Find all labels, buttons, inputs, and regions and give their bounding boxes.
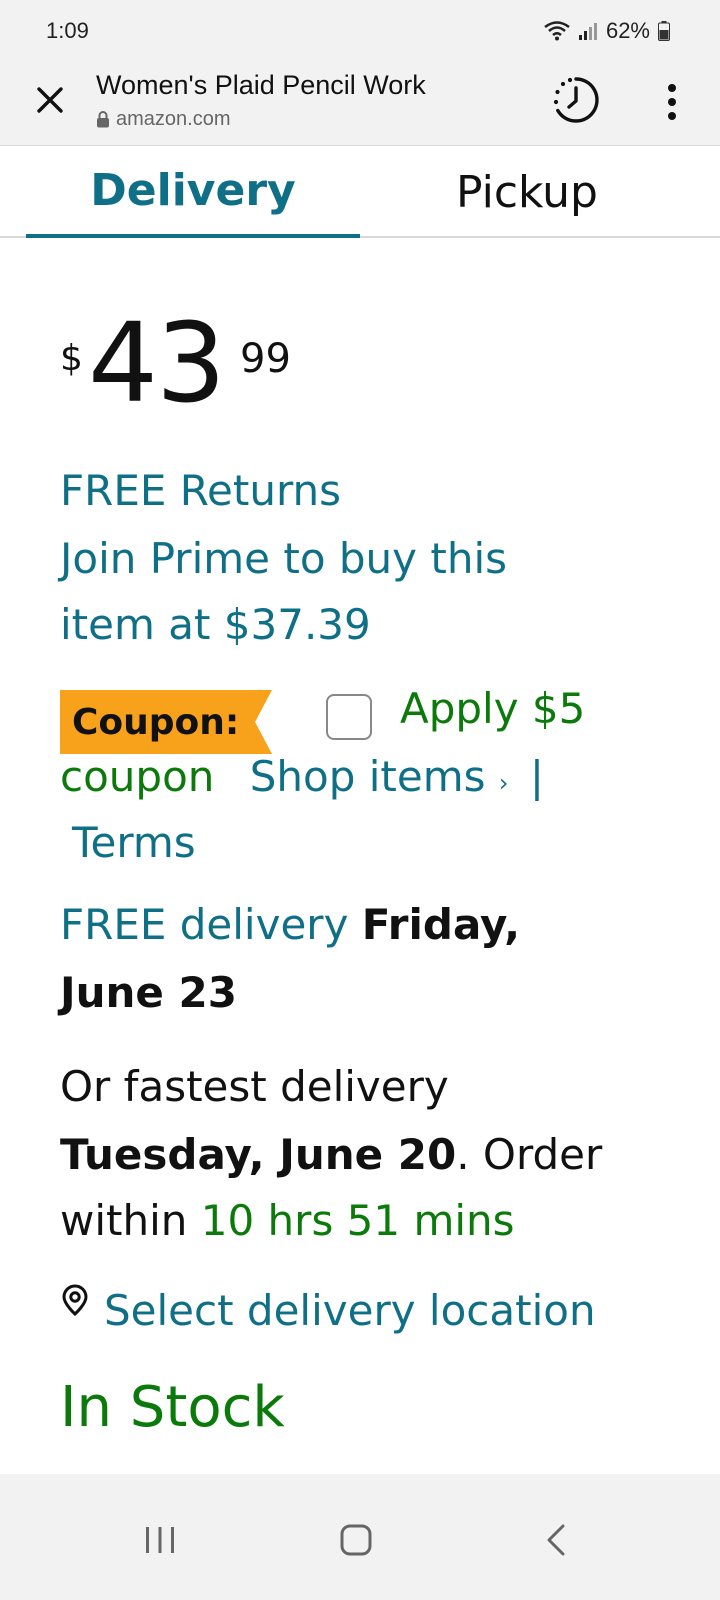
free-delivery-link[interactable]: FREE delivery	[60, 900, 348, 949]
recent-apps-icon	[146, 1527, 174, 1553]
coupon-apply-text-b[interactable]: coupon	[60, 752, 214, 801]
url-text: amazon.com	[116, 108, 231, 130]
shop-items-link[interactable]: Shop items	[250, 752, 486, 801]
status-time: 1:09	[46, 18, 89, 43]
coupon-badge: Coupon:	[60, 690, 272, 754]
stock-status: In Stock	[60, 1375, 285, 1440]
fastest-delivery-line-2: Tuesday, June 20. Order	[60, 1130, 602, 1180]
recent-apps-button[interactable]	[120, 1500, 200, 1580]
back-button[interactable]	[516, 1500, 596, 1580]
fulfillment-tabs: Delivery Pickup	[0, 146, 720, 238]
prime-offer-line-1[interactable]: Join Prime to buy this	[60, 534, 507, 584]
delivery-date-b: June 23	[60, 968, 237, 1017]
page-url[interactable]: amazon.com	[96, 108, 231, 131]
prime-offer-line-2[interactable]: item at $37.39	[60, 600, 371, 650]
location-pin-icon	[60, 1284, 90, 1320]
price-symbol: $	[60, 338, 83, 379]
system-nav-bar	[0, 1474, 720, 1600]
coupon-checkbox[interactable]	[326, 694, 372, 740]
browser-toolbar: Women's Plaid Pencil Work amazon.com	[0, 58, 720, 146]
history-button[interactable]	[548, 72, 604, 128]
delivery-date-a: Friday,	[361, 900, 521, 949]
select-delivery-location-link[interactable]: Select delivery location	[104, 1286, 596, 1336]
fastest-delivery-date: Tuesday, June 20	[60, 1130, 457, 1179]
fastest-delivery-suffix: . Order	[456, 1130, 603, 1179]
more-vert-icon	[668, 84, 676, 120]
separator: |	[529, 752, 544, 801]
wifi-icon	[544, 21, 570, 41]
price-whole: 43	[88, 299, 226, 427]
signal-icon	[578, 21, 598, 41]
page-title: Women's Plaid Pencil Work	[96, 70, 426, 100]
home-icon	[340, 1524, 372, 1556]
close-button[interactable]	[28, 78, 72, 122]
tab-pickup[interactable]: Pickup	[360, 146, 694, 238]
history-clock-icon	[553, 77, 599, 123]
status-bar: 1:09 62%	[0, 0, 720, 58]
battery-percent: 62%	[605, 18, 650, 43]
fastest-delivery-line-3: within 10 hrs 51 mins	[60, 1196, 515, 1246]
tab-delivery[interactable]: Delivery	[26, 146, 360, 238]
countdown-timer: 10 hrs 51 mins	[200, 1196, 515, 1245]
chevron-right-icon: ›	[498, 769, 509, 797]
back-chevron-icon	[547, 1524, 565, 1556]
more-options-button[interactable]	[648, 76, 696, 128]
lock-icon	[97, 111, 109, 128]
free-delivery-line-1: FREE delivery Friday,	[60, 900, 520, 950]
close-icon	[37, 87, 63, 113]
order-within-label: within	[60, 1196, 188, 1245]
battery-icon	[658, 21, 670, 41]
home-button[interactable]	[316, 1500, 396, 1580]
coupon-line-2: coupon Shop items › |	[60, 752, 544, 802]
price-fraction: 99	[240, 336, 291, 382]
coupon-terms-link[interactable]: Terms	[72, 818, 196, 868]
fastest-delivery-prefix: Or fastest delivery	[60, 1062, 449, 1111]
free-returns-link[interactable]: FREE Returns	[60, 466, 341, 516]
coupon-apply-text-a[interactable]: Apply $5	[400, 684, 585, 734]
status-icons: 62%	[544, 18, 670, 44]
